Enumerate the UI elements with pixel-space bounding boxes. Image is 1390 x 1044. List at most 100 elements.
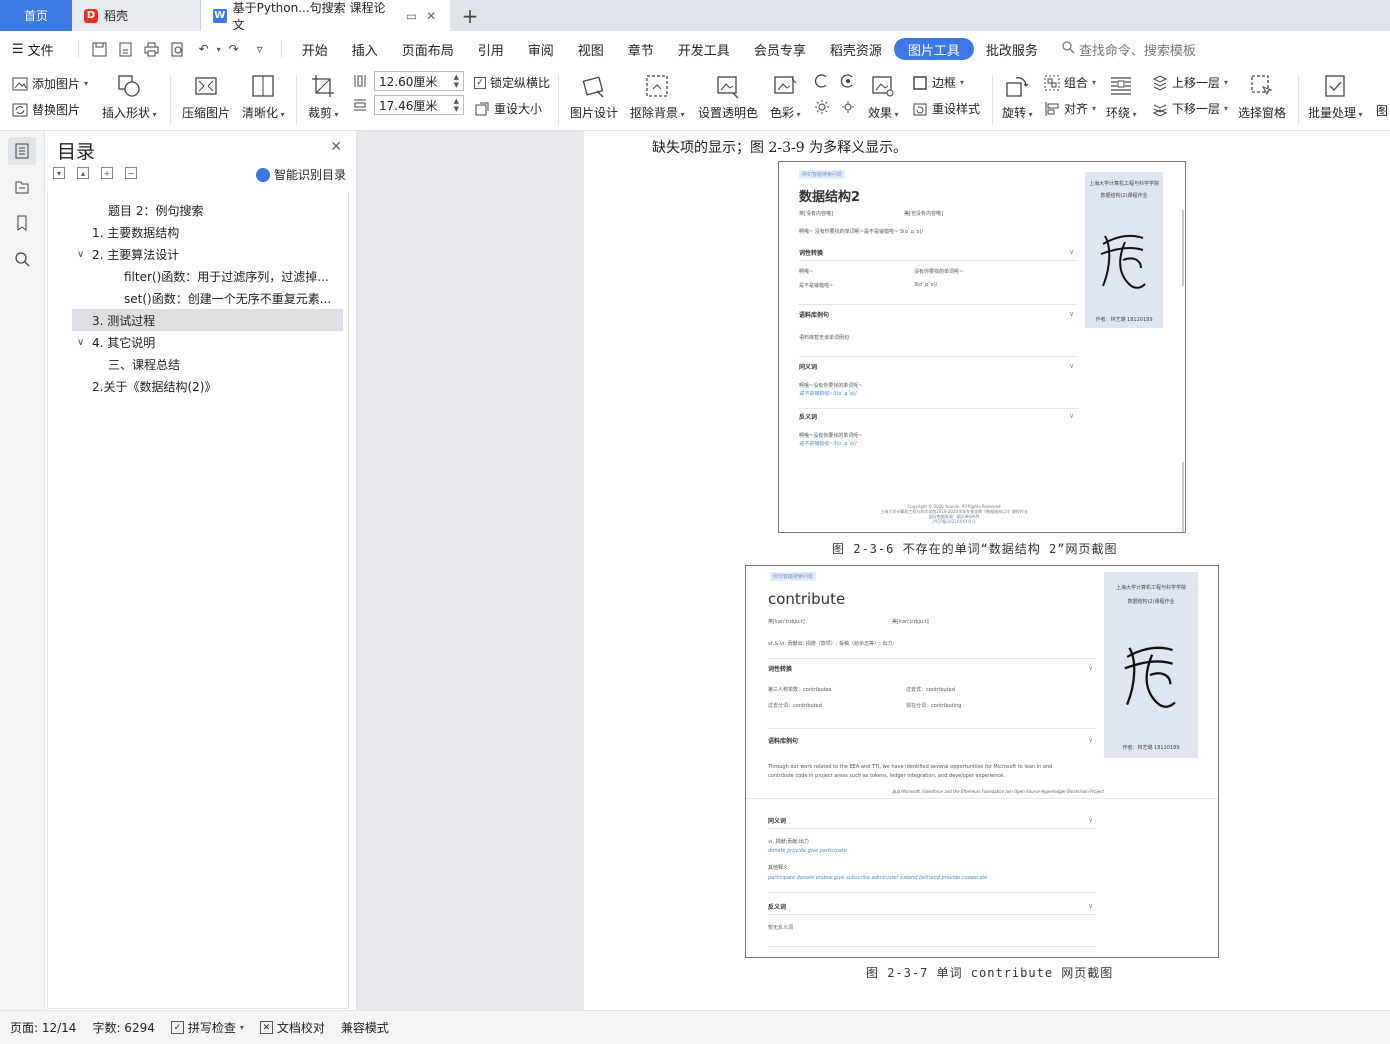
bookmark-panel-button[interactable] <box>8 209 36 237</box>
effect-button[interactable]: 效果 ▾ <box>868 73 899 121</box>
replace-image-button[interactable]: 替换图片 <box>12 101 80 118</box>
toc-item[interactable]: 2.关于《数据结构(2)》 <box>48 375 348 397</box>
bring-forward-button[interactable]: 上移一层 ▾ <box>1152 74 1228 91</box>
command-search[interactable]: 查找命令、搜索模板 <box>1062 40 1196 59</box>
reset-style-button[interactable]: 重设样式 <box>912 100 980 117</box>
tab-pin-icon[interactable]: ▭ <box>405 9 419 23</box>
navigation-panel-button[interactable] <box>8 173 36 201</box>
menu-page-layout[interactable]: 页面布局 <box>390 38 466 60</box>
shot-author-card: 上海大学计算机工程与科学学院 数据结构(2)课程作业 作者：林艺璐 181201… <box>1104 572 1198 758</box>
collapse-all-icon[interactable]: ▴ <box>77 167 89 179</box>
menu-references[interactable]: 引用 <box>466 38 516 60</box>
new-tab-button[interactable]: + <box>450 0 490 31</box>
tab-home[interactable]: 首页 <box>0 0 72 31</box>
toc-item[interactable]: set()函数：创建一个无序不重复元素... <box>48 287 348 309</box>
export-icon[interactable] <box>117 40 135 58</box>
menu-start[interactable]: 开始 <box>290 38 340 60</box>
add-heading-icon[interactable]: + <box>101 167 113 179</box>
document-canvas[interactable]: 缺失项的显示；图 2-3-9 为多释义显示。 例句智能搜索问题 数据结构2 英[… <box>357 131 1390 1010</box>
document-page[interactable]: 缺失项的显示；图 2-3-9 为多释义显示。 例句智能搜索问题 数据结构2 英[… <box>584 131 1390 1010</box>
toc-item[interactable]: 题目 2：例句搜索 <box>48 199 348 221</box>
image-width-input[interactable]: 12.60厘米 ▲ ▼ <box>374 71 464 91</box>
toc-item-label: 3. 测试过程 <box>92 313 156 328</box>
customize-dropdown-icon[interactable]: ▿ <box>251 40 269 58</box>
undo-dropdown-icon[interactable]: ▾ <box>217 45 221 54</box>
toc-item[interactable]: ∨ 4. 其它说明 <box>48 331 348 353</box>
toc-item-selected[interactable]: 3. 测试过程 <box>72 309 343 331</box>
add-image-button[interactable]: 添加图片 ▾ <box>12 75 88 92</box>
menu-view[interactable]: 视图 <box>566 38 616 60</box>
menu-picture-tools[interactable]: 图片工具 <box>893 38 974 60</box>
tab-document[interactable]: W 基于Python...句搜索 课程论文 ▭ ✕ <box>200 0 450 32</box>
tab-close-icon[interactable]: ✕ <box>424 9 438 23</box>
undo-icon[interactable]: ↶ <box>195 40 213 58</box>
remove-background-button[interactable]: 抠除背景 ▾ <box>630 73 685 121</box>
shot-footer-icp: 沪ICP备2021XXXX号-1 <box>932 519 976 524</box>
toc-item[interactable]: ∨ 2. 主要算法设计 <box>48 243 348 265</box>
toc-panel: 目录 ✕ ▾ ▴ + − 智能识别目录 题目 2：例句搜索 1. 主要数据结构 … <box>45 131 357 1010</box>
insert-shape-button[interactable]: 插入形状 ▾ <box>102 73 157 121</box>
group-button[interactable]: 组合 ▾ <box>1044 74 1096 91</box>
menu-member[interactable]: 会员专享 <box>742 38 818 60</box>
color-button[interactable]: 色彩 ▾ <box>770 73 801 121</box>
brightness-up-icon[interactable] <box>814 99 830 115</box>
height-spinner-icon[interactable]: ▲ ▼ <box>454 97 459 113</box>
remove-heading-icon[interactable]: − <box>125 167 137 179</box>
rotate-button[interactable]: 旋转 ▾ <box>1002 73 1033 121</box>
menu-insert[interactable]: 插入 <box>340 38 390 60</box>
contrast-up-icon[interactable] <box>814 73 830 89</box>
chevron-down-icon: ∨ <box>1069 310 1075 318</box>
find-panel-button[interactable] <box>8 245 36 273</box>
toc-item[interactable]: 三、课程总结 <box>48 353 348 375</box>
menu-correction-service[interactable]: 批改服务 <box>974 38 1050 60</box>
menu-daoke-resources[interactable]: 稻壳资源 <box>818 38 894 60</box>
send-backward-button[interactable]: 下移一层 ▾ <box>1152 100 1228 117</box>
border-button[interactable]: 边框 ▾ <box>912 74 964 91</box>
print-icon[interactable] <box>143 40 161 58</box>
spell-check-toggle[interactable]: ✓ 拼写检查 ▾ <box>170 1019 244 1036</box>
screenshot-image-2[interactable]: 例句智能搜索问题 contribute 英[kən'trɪbjuːt] 美[kə… <box>745 565 1219 958</box>
toc-item[interactable]: filter()函数：用于过滤序列，过滤掉... <box>48 265 348 287</box>
group-icon <box>1044 75 1060 90</box>
smart-toc-button[interactable]: 智能识别目录 <box>255 166 346 183</box>
brightness-down-icon[interactable] <box>840 99 856 115</box>
crop-button[interactable]: 裁剪 ▾ <box>308 73 339 121</box>
reset-size-button[interactable]: 重设大小 <box>474 100 542 117</box>
image-height-input[interactable]: 17.46厘米 ▲ ▼ <box>374 95 464 115</box>
word-count[interactable]: 字数: 6294 <box>92 1019 154 1036</box>
screenshot-image-1[interactable]: 例句智能搜索问题 数据结构2 英[没有内容哦] 美[也没有内容哦] 啊哦~ 没有… <box>778 161 1186 533</box>
print-preview-icon[interactable] <box>169 40 187 58</box>
toc-close-icon[interactable]: ✕ <box>330 139 342 155</box>
selection-pane-button[interactable]: 选择窗格 <box>1238 73 1286 121</box>
page-indicator[interactable]: 页面: 12/14 <box>10 1019 76 1036</box>
contrast-down-icon[interactable] <box>840 73 856 89</box>
expand-all-icon[interactable]: ▾ <box>53 167 65 179</box>
collapse-chevron-icon[interactable]: ∨ <box>77 249 84 260</box>
toc-item[interactable]: 1. 主要数据结构 <box>48 221 348 243</box>
image-design-label: 图片设计 <box>570 106 619 120</box>
toc-panel-button[interactable] <box>8 137 36 165</box>
more-tools-button[interactable]: 图 <box>1376 102 1388 119</box>
lock-ratio-checkbox[interactable]: ✓ 锁定纵横比 <box>474 74 550 91</box>
toc-item-label: 4. 其它说明 <box>92 335 156 350</box>
align-button[interactable]: 对齐 ▾ <box>1044 100 1096 117</box>
shot-card-course: 数据结构(2)课程作业 <box>1127 599 1175 605</box>
dropdown-caret-icon: ▾ <box>278 110 285 119</box>
sharpen-button[interactable]: 清晰化 ▾ <box>242 73 285 121</box>
document-proofread-button[interactable]: ✕ 文档校对 <box>259 1019 325 1036</box>
menu-developer[interactable]: 开发工具 <box>666 38 742 60</box>
redo-icon[interactable]: ↷ <box>225 40 243 58</box>
collapse-chevron-icon[interactable]: ∨ <box>77 337 84 348</box>
tab-daoke[interactable]: D 稻壳 <box>72 0 200 31</box>
width-spinner-icon[interactable]: ▲ ▼ <box>454 73 459 89</box>
menu-review[interactable]: 审阅 <box>516 38 566 60</box>
wrap-button[interactable]: 环绕 ▾ <box>1106 73 1137 121</box>
batch-process-button[interactable]: 批量处理 ▾ <box>1308 73 1363 121</box>
set-transparent-button[interactable]: 设置透明色 <box>698 73 758 121</box>
save-icon[interactable] <box>91 40 109 58</box>
menu-chapter[interactable]: 章节 <box>616 38 666 60</box>
toc-item-label: 题目 2：例句搜索 <box>108 203 204 218</box>
compress-image-button[interactable]: 压缩图片 <box>182 73 230 121</box>
image-design-button[interactable]: 图片设计 <box>570 73 618 121</box>
file-menu[interactable]: ☰ 文件 <box>12 40 54 59</box>
